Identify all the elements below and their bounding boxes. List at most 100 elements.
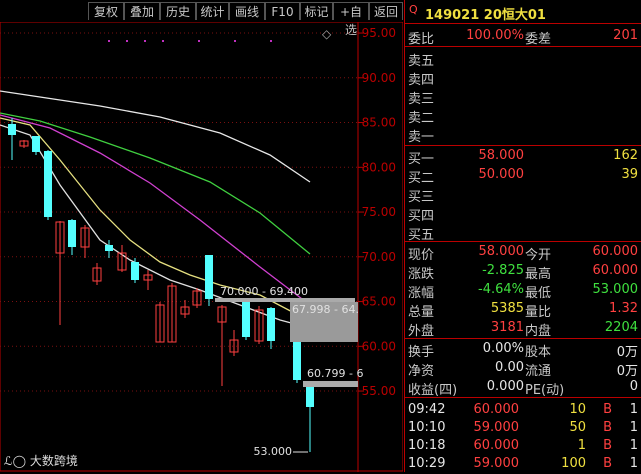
indicator-dot xyxy=(270,40,272,42)
stat-row: 涨跌 -2.825 最高 60.000 xyxy=(405,263,641,282)
weicha-value: 201 xyxy=(613,28,638,43)
buy-label: 买一 xyxy=(408,152,435,167)
sell-label: 卖一 xyxy=(408,130,435,145)
stat2-label: 收益(四) xyxy=(408,383,458,398)
stat2-value: 0万 xyxy=(616,345,638,360)
indicator-dot xyxy=(108,40,110,42)
watermark-logo-icon: ℒ◯ xyxy=(4,454,30,468)
stat-label: 最高 xyxy=(525,267,552,282)
stat2-label: 流通 xyxy=(525,364,552,379)
candle-body xyxy=(32,136,40,152)
stat-label: 今开 xyxy=(525,248,552,263)
tick-price: 60.000 xyxy=(473,438,520,453)
toolbar-button-5[interactable]: F10 xyxy=(265,2,300,20)
chart-toolbar: 复权 叠加 历史 统计 画线 F10 标记 +自选 返回 xyxy=(0,0,403,37)
buy-row: 买一 58.000 162 xyxy=(405,148,641,167)
sell-row: 卖五 xyxy=(405,50,641,69)
tick-price: 59.000 xyxy=(473,420,520,435)
stat-label: 最低 xyxy=(525,286,552,301)
tick-time: 09:42 xyxy=(408,402,446,417)
quote-q-icon: Q xyxy=(409,3,418,16)
divider xyxy=(405,23,641,24)
buy-row: 买二 50.000 39 xyxy=(405,167,641,186)
stat2-label: 净资 xyxy=(408,364,435,379)
stat2-value: 0.000 xyxy=(486,379,524,394)
sell-row: 卖一 xyxy=(405,126,641,145)
stat-label: 现价 xyxy=(408,248,435,263)
stat2-label: PE(动) xyxy=(525,383,565,398)
candle-body xyxy=(267,308,275,341)
tick-time: 10:18 xyxy=(408,438,446,453)
divider xyxy=(405,241,641,242)
range-box-3 xyxy=(303,381,358,387)
candle-body xyxy=(131,262,139,280)
buy-volume: 162 xyxy=(613,148,638,163)
buy-label: 买二 xyxy=(408,171,435,186)
sell-label: 卖五 xyxy=(408,54,435,69)
toolbar-button-1[interactable]: 叠加 xyxy=(124,2,160,20)
buy-row: 买三 xyxy=(405,186,641,205)
toolbar-button-7[interactable]: +自选 xyxy=(333,2,369,37)
axis-label: 90.00 xyxy=(362,71,396,85)
stat-label: 量比 xyxy=(525,305,552,320)
stat-row: 外盘 3181 内盘 2204 xyxy=(405,320,641,339)
stat-value: -2.825 xyxy=(482,263,524,278)
toolbar-button-0[interactable]: 复权 xyxy=(88,2,124,20)
indicator-dot xyxy=(234,40,236,42)
tick-volume: 100 xyxy=(561,456,586,471)
candle-body xyxy=(68,220,76,247)
toolbar-button-6[interactable]: 标记 xyxy=(300,2,333,20)
tick-volume: 10 xyxy=(569,402,586,417)
tick-count: 1 xyxy=(629,420,638,435)
buy-row: 买四 xyxy=(405,205,641,224)
axis-label: 70.00 xyxy=(362,250,396,264)
tick-count: 1 xyxy=(629,402,638,417)
stat-value: 5385 xyxy=(490,301,524,316)
stat-value: 60.000 xyxy=(592,244,639,259)
stat2-value: 0.00 xyxy=(495,360,524,375)
indicator-dot xyxy=(126,40,128,42)
stat-label: 外盘 xyxy=(408,324,435,339)
toolbar-button-3[interactable]: 统计 xyxy=(196,2,229,20)
divider xyxy=(405,338,641,339)
toolbar-button-8[interactable]: 返回 xyxy=(369,2,403,20)
buy-row: 买五 xyxy=(405,224,641,243)
kline-svg: 95.00 90.00 85.00 80.00 75.00 70.00 65.00 60.00… xyxy=(0,22,403,472)
sell-row: 卖四 xyxy=(405,69,641,88)
tick-volume: 50 xyxy=(569,420,586,435)
stat-value: 3181 xyxy=(490,320,524,335)
sell-label: 卖二 xyxy=(408,111,435,126)
sell-row: 卖二 xyxy=(405,107,641,126)
diamond-icon: ◇ xyxy=(322,27,332,41)
buy-label: 买三 xyxy=(408,190,435,205)
divider xyxy=(405,397,641,398)
stat-row: 涨幅 -4.64% 最低 53.000 xyxy=(405,282,641,301)
sell-label: 卖四 xyxy=(408,73,435,88)
buy-price: 58.000 xyxy=(478,148,525,163)
stat-value: 2204 xyxy=(604,320,638,335)
tick-count: 1 xyxy=(629,438,638,453)
kline-chart[interactable]: 95.00 90.00 85.00 80.00 75.00 70.00 65.00 60.00… xyxy=(0,22,403,472)
stat-label: 总量 xyxy=(408,305,435,320)
stat2-value: 0万 xyxy=(616,364,638,379)
stat-label: 涨幅 xyxy=(408,286,435,301)
stat-value: 60.000 xyxy=(592,263,639,278)
stat2-row: 收益(四) 0.000 PE(动) 0 xyxy=(405,379,641,398)
stat-value: 1.32 xyxy=(609,301,638,316)
tick-side: B xyxy=(603,438,612,453)
stat-label: 涨跌 xyxy=(408,267,435,282)
range-box-1 xyxy=(215,298,355,302)
stat2-value: 0.00% xyxy=(482,341,524,356)
candle-body xyxy=(205,255,213,299)
stat2-row: 净资 0.00 流通 0万 xyxy=(405,360,641,379)
toolbar-button-4[interactable]: 画线 xyxy=(229,2,265,20)
watermark: ℒ◯ 大数跨境 xyxy=(4,452,78,469)
tick-price: 59.000 xyxy=(473,456,520,471)
quote-panel: Q 149021 20恒大01 委比 100.00% 委差 201 卖五 卖四 卖三 卖二 卖一 买一… xyxy=(404,0,641,472)
tick-row: 10:10 59.000 50 B 1 xyxy=(405,420,641,438)
stat2-row: 换手 0.00% 股本 0万 xyxy=(405,341,641,360)
axis-label: 60.00 xyxy=(362,339,396,353)
indicator-dot xyxy=(162,40,164,42)
tick-side: B xyxy=(603,420,612,435)
toolbar-button-2[interactable]: 历史 xyxy=(160,2,196,20)
